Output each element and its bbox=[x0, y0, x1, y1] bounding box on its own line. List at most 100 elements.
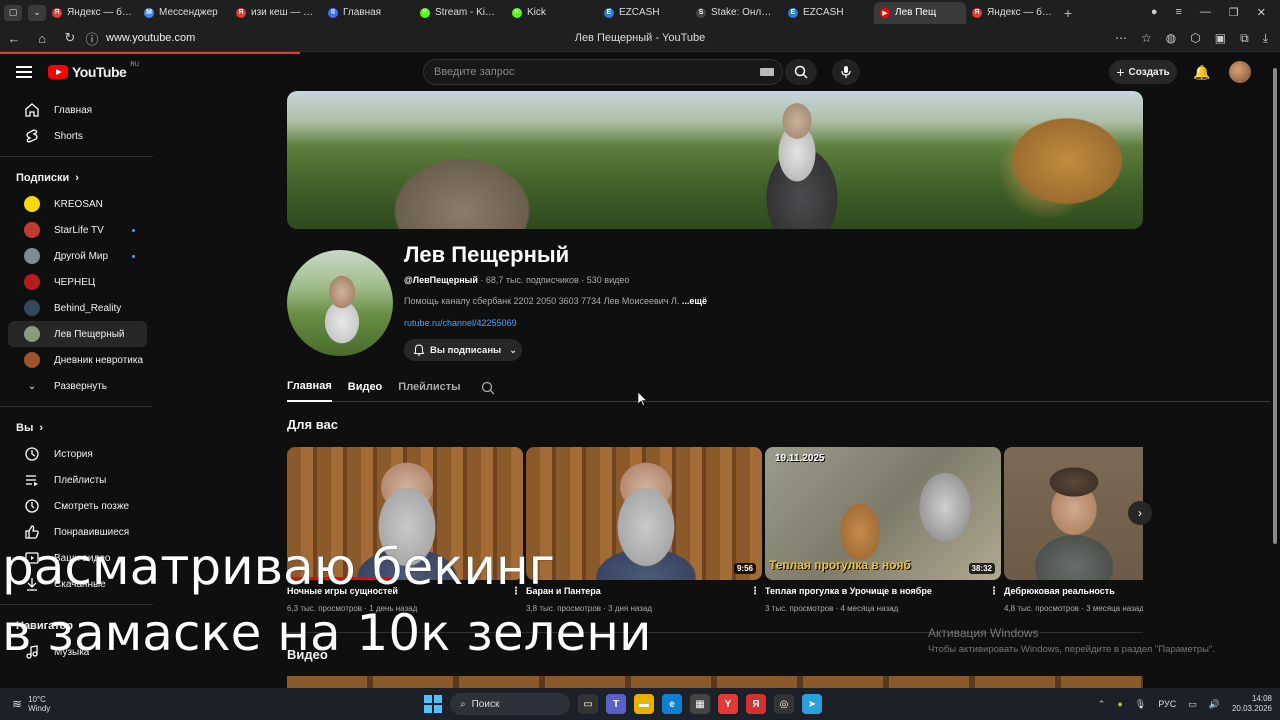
teams-icon[interactable]: T bbox=[606, 694, 626, 714]
back-icon[interactable]: ← bbox=[0, 31, 28, 46]
telegram-icon[interactable]: ➤ bbox=[802, 694, 822, 714]
video-title[interactable]: Теплая прогулка в Урочище в ноябре ⋮ bbox=[765, 586, 1001, 596]
subscription-item[interactable]: Лев Пещерный bbox=[8, 321, 147, 347]
video-thumbnail[interactable]: 9:56 bbox=[526, 447, 762, 580]
network-icon[interactable]: ▭ bbox=[1188, 699, 1197, 710]
collections-icon[interactable]: ⧉ bbox=[1240, 31, 1249, 46]
downloads-icon[interactable]: ⤓ bbox=[1263, 31, 1268, 46]
browser-tab[interactable]: S Stake: Онлайн bbox=[690, 2, 782, 24]
video-title[interactable]: Баран и Пантера ⋮ bbox=[526, 586, 762, 596]
tab-playlists[interactable]: Плейлисты bbox=[398, 373, 460, 402]
more-vert-icon[interactable]: ⋮ bbox=[750, 586, 760, 596]
browser-tab[interactable]: ▶ Лев Пещ bbox=[874, 1, 966, 24]
sidebar-item-watch-later[interactable]: Смотреть позже bbox=[8, 493, 147, 519]
video-thumbnail[interactable] bbox=[1004, 447, 1143, 580]
sidebar-item-download[interactable]: Скачанные bbox=[8, 571, 147, 597]
video-card[interactable]: Ночные игры сущностей ⋮ 6,3 тыс. просмотро… bbox=[287, 447, 523, 617]
channel-link[interactable]: rutube.ru/channel/42255069 bbox=[404, 318, 517, 328]
sidebar-item-home[interactable]: Главная bbox=[8, 97, 147, 123]
minimize-icon[interactable]: — bbox=[1200, 6, 1211, 19]
browser-tab[interactable]: E EZCASH bbox=[598, 2, 690, 24]
task-view-icon[interactable]: ▭ bbox=[578, 694, 598, 714]
guide-menu-icon[interactable] bbox=[16, 66, 32, 78]
edge-icon[interactable]: e bbox=[662, 694, 682, 714]
search-input[interactable]: Введите запрос bbox=[423, 59, 783, 85]
more-icon[interactable]: ⋯ bbox=[1115, 31, 1127, 46]
account-avatar[interactable] bbox=[1229, 61, 1251, 83]
browser-tab[interactable]: K Stream - Kick D bbox=[414, 2, 506, 24]
input-language[interactable]: РУС bbox=[1158, 699, 1176, 709]
subscription-item[interactable]: Дневник невротика bbox=[8, 347, 147, 373]
microphone-icon[interactable]: 🎙 bbox=[1135, 699, 1146, 710]
sidebar-item-history[interactable]: История bbox=[8, 441, 147, 467]
create-button[interactable]: + Создать bbox=[1109, 60, 1177, 84]
browser-tab[interactable]: M Мессенджер bbox=[138, 2, 230, 24]
new-tab-icon[interactable]: + bbox=[1058, 5, 1078, 21]
subscription-item[interactable]: Другой Мир bbox=[8, 243, 147, 269]
expand-button[interactable]: ⌄ Развернуть bbox=[8, 373, 147, 399]
yandex-icon[interactable]: Я bbox=[746, 694, 766, 714]
weather-widget[interactable]: ≋ 10°C Windy bbox=[0, 695, 200, 713]
menu-icon[interactable]: ≡ bbox=[1175, 6, 1181, 19]
home-icon[interactable]: ⌂ bbox=[28, 31, 56, 46]
channel-search-button[interactable] bbox=[481, 373, 495, 402]
url-field[interactable]: www.youtube.com bbox=[106, 32, 195, 44]
video-thumbnail[interactable] bbox=[287, 447, 523, 580]
shelf-next-button[interactable]: › bbox=[1128, 501, 1152, 525]
tray-app-icon[interactable]: ● bbox=[1117, 699, 1122, 709]
tabs-menu-icon[interactable]: ⌄ bbox=[28, 4, 46, 21]
more-vert-icon[interactable]: ⋮ bbox=[989, 586, 999, 596]
steam-icon[interactable]: ◎ bbox=[774, 694, 794, 714]
search-button[interactable] bbox=[785, 59, 817, 85]
tray-overflow-icon[interactable]: ⌃ bbox=[1098, 699, 1106, 710]
page-scrollbar[interactable] bbox=[1270, 54, 1280, 686]
reload-icon[interactable]: ↻ bbox=[56, 30, 84, 46]
tab-home[interactable]: Главная bbox=[287, 373, 332, 402]
subscription-item[interactable]: KREOSAN bbox=[8, 191, 147, 217]
file-explorer-icon[interactable]: ▬ bbox=[634, 694, 654, 714]
notifications-bell-icon[interactable]: 🔔 bbox=[1193, 64, 1210, 81]
yandex-browser-icon[interactable]: Y bbox=[718, 694, 738, 714]
sidebar-item-your-videos[interactable]: Ваши видео bbox=[8, 545, 147, 571]
site-info-icon[interactable]: ⓘ bbox=[84, 29, 100, 48]
more-vert-icon[interactable]: ⋮ bbox=[511, 586, 521, 596]
subscription-item[interactable]: StarLife TV bbox=[8, 217, 147, 243]
subscription-item[interactable]: ЧЕРНЕЦ bbox=[8, 269, 147, 295]
youtube-logo[interactable]: YouTube RU bbox=[48, 62, 139, 80]
store-icon[interactable]: ▦ bbox=[690, 694, 710, 714]
sidebar-item-like[interactable]: Понравившиеся bbox=[8, 519, 147, 545]
taskbar-search[interactable]: ⌕ Поиск bbox=[450, 693, 570, 715]
sidebar-item-shorts[interactable]: Shorts bbox=[8, 123, 147, 149]
video-card[interactable]: 19.11.2025 Теплая прогулка в нояб 38:32 Теп… bbox=[765, 447, 1001, 617]
video-title[interactable]: Ночные игры сущностей ⋮ bbox=[287, 586, 523, 596]
tab-videos[interactable]: Видео bbox=[348, 373, 383, 402]
video-thumbnail[interactable]: 19.11.2025 Теплая прогулка в нояб 38:32 bbox=[765, 447, 1001, 580]
you-heading[interactable]: Вы › bbox=[0, 415, 155, 441]
voice-search-button[interactable] bbox=[832, 59, 860, 85]
extension-icon[interactable]: ⬡ bbox=[1190, 31, 1200, 46]
scrollbar-thumb[interactable] bbox=[1273, 68, 1277, 544]
subscribed-button[interactable]: Вы подписаны ⌄ bbox=[404, 339, 522, 361]
bookmark-icon[interactable]: ☆ bbox=[1141, 31, 1152, 46]
volume-icon[interactable]: 🔊 bbox=[1209, 699, 1220, 710]
restore-icon[interactable]: ❐ bbox=[1229, 6, 1239, 19]
keyboard-icon[interactable] bbox=[760, 68, 774, 76]
profile-icon[interactable]: ● bbox=[1151, 6, 1158, 19]
windows-start-icon[interactable] bbox=[424, 695, 442, 713]
browser-tab[interactable]: Яизи кеш — Янд bbox=[230, 2, 322, 24]
sidebar-item-playlists[interactable]: Плейлисты bbox=[8, 467, 147, 493]
screenshot-icon[interactable]: ▣ bbox=[1215, 31, 1226, 46]
browser-tab[interactable]: Я Яндекс — быст bbox=[46, 2, 138, 24]
browser-tab[interactable]: E EZCASH bbox=[782, 2, 874, 24]
browser-tab[interactable]: II Главная bbox=[322, 2, 414, 24]
browser-tab[interactable]: Я Яндекс — быст bbox=[966, 2, 1058, 24]
channel-description[interactable]: Помощь каналу сбербанк 2202 2050 3603 77… bbox=[404, 296, 707, 306]
video-title[interactable]: Дебрюковая реальность⋮ bbox=[1004, 586, 1143, 596]
subscription-item[interactable]: Behind_Reality bbox=[8, 295, 147, 321]
browser-tab[interactable]: K Kick bbox=[506, 2, 598, 24]
workspaces-icon[interactable]: ▢ bbox=[4, 4, 22, 21]
more-link[interactable]: ...ещё bbox=[682, 296, 707, 306]
video-card[interactable]: Дебрюковая реальность⋮ 4,8 тыс. просмотро… bbox=[1004, 447, 1143, 617]
video-card[interactable]: 9:56 Баран и Пантера ⋮ 3,8 тыс. просмотров … bbox=[526, 447, 762, 617]
clock[interactable]: 14:08 20.03.2026 bbox=[1232, 694, 1272, 715]
